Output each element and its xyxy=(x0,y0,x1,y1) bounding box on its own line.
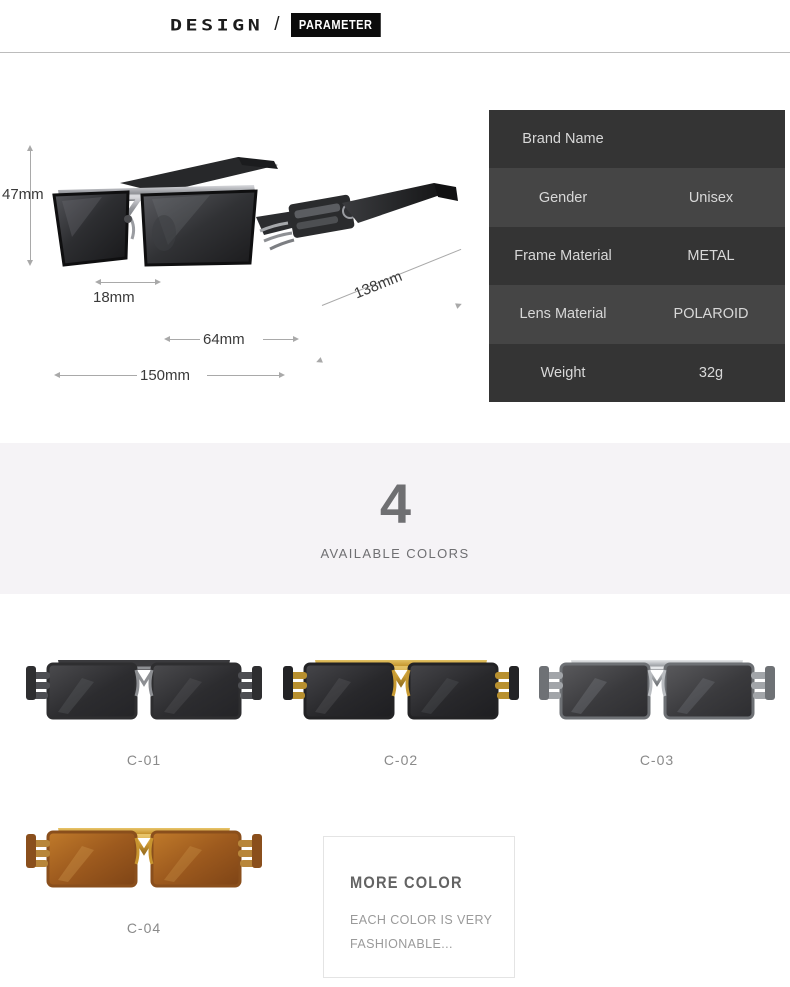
table-row: Brand Name xyxy=(489,110,785,169)
available-colors-banner: 4 AVAILABLE COLORS xyxy=(0,443,790,594)
color-option-c04[interactable]: C-04 xyxy=(16,798,272,936)
spec-key: Frame Material xyxy=(514,248,612,265)
dimension-bridge-width-label: 18mm xyxy=(93,289,135,306)
more-color-title: MORE COLOR xyxy=(350,873,463,892)
spec-value: POLAROID xyxy=(673,306,749,323)
header-separator: / xyxy=(274,14,280,36)
sunglasses-front-image-c02 xyxy=(281,630,521,738)
spec-value: Unisex xyxy=(688,189,734,206)
sunglasses-front-image-c04 xyxy=(24,798,264,906)
more-color-line-1: EACH COLOR IS VERY xyxy=(350,913,493,927)
parameter-badge: PARAMETER xyxy=(290,13,380,38)
header-title-group: DESIGN / PARAMETER xyxy=(170,13,392,38)
more-color-card: MORE COLOR EACH COLOR IS VERY FASHIONABL… xyxy=(323,836,515,978)
design-label: DESIGN xyxy=(170,15,264,36)
sunglasses-front-image-c01 xyxy=(24,630,264,738)
color-option-c02[interactable]: C-02 xyxy=(273,630,529,768)
color-option-c03[interactable]: C-03 xyxy=(529,630,785,768)
dimension-lens-width-label: 64mm xyxy=(203,331,245,348)
color-code-label: C-03 xyxy=(639,752,675,768)
spec-key: Weight xyxy=(540,364,586,381)
specification-table: Brand Name Gender Unisex Frame Material … xyxy=(489,110,785,403)
spec-key: Lens Material xyxy=(519,306,607,323)
dimension-lens-height-label: 47mm xyxy=(2,186,44,203)
section-header: DESIGN / PARAMETER xyxy=(0,0,790,53)
color-code-label: C-04 xyxy=(126,920,162,936)
spec-value: 32g xyxy=(698,364,724,381)
spec-key: Brand Name xyxy=(522,131,604,148)
dimension-frame-width-label: 150mm xyxy=(140,367,191,384)
color-option-c01[interactable]: C-01 xyxy=(16,630,272,768)
table-row: Gender Unisex xyxy=(489,168,785,227)
table-row: Lens Material POLAROID xyxy=(489,285,785,344)
color-code-label: C-02 xyxy=(383,752,419,768)
spec-key: Gender xyxy=(538,189,588,206)
product-detail-page: DESIGN / PARAMETER 47mm 18mm 64mm 150mm … xyxy=(0,0,790,987)
table-row: Frame Material METAL xyxy=(489,226,785,286)
color-row-1: C-01 C-02 C-03 xyxy=(0,630,790,798)
sunglasses-front-image-c03 xyxy=(537,630,777,738)
available-colors-label: AVAILABLE COLORS xyxy=(320,546,470,561)
design-spec-section: 47mm 18mm 64mm 150mm 138mm Brand Name Ge… xyxy=(0,53,790,443)
table-row: Weight 32g xyxy=(489,343,785,403)
spec-value: METAL xyxy=(687,248,735,265)
color-code-label: C-01 xyxy=(126,752,162,768)
more-color-line-2: FASHIONABLE... xyxy=(350,937,453,952)
color-count: 4 xyxy=(379,472,411,535)
